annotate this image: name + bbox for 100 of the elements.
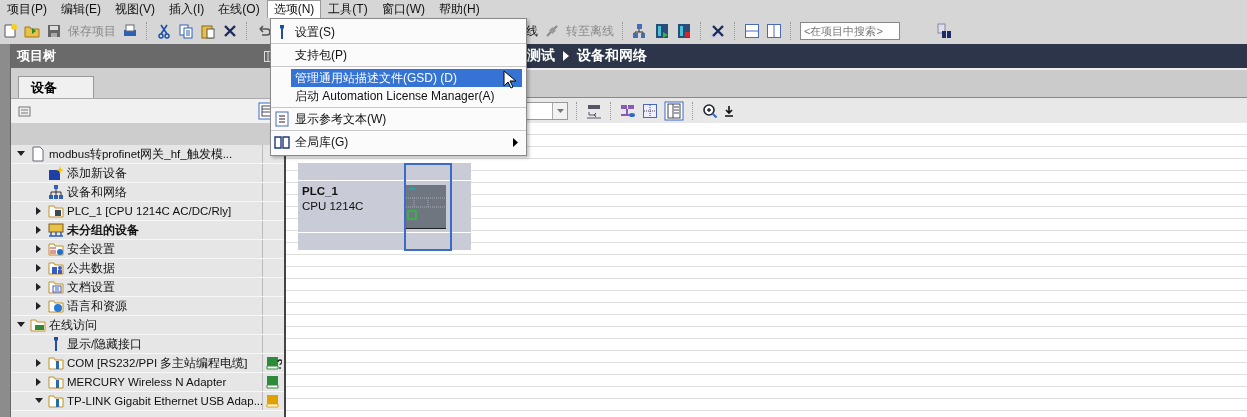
tree-item-label: 文档设置 — [67, 279, 115, 295]
tree-item-label: 未分组的设备 — [67, 222, 139, 238]
tree-item-label: 公共数据 — [67, 260, 115, 276]
collapse-arrow-icon[interactable] — [35, 397, 43, 405]
tree-item[interactable]: MERCURY Wireless N Adapter — [11, 373, 284, 392]
menu-item[interactable]: 编辑(E) — [54, 0, 108, 18]
cut-icon[interactable] — [156, 23, 172, 39]
tree-item-label: 安全设置 — [67, 241, 115, 257]
tree-item[interactable]: COM [RS232/PPI 多主站编程电缆] — [11, 354, 284, 373]
device-name: PLC_1 — [302, 185, 339, 197]
plc-folder-icon — [48, 203, 64, 219]
data-folder-icon — [48, 260, 64, 276]
panel-title: 项目树 — [17, 47, 56, 65]
tree-item[interactable]: 文档设置 — [11, 278, 284, 297]
mouse-cursor-icon — [503, 70, 519, 90]
expand-arrow-icon[interactable] — [35, 264, 43, 272]
menu-item[interactable]: 窗口(W) — [374, 0, 432, 18]
dropdown-arrow-icon[interactable] — [555, 107, 565, 114]
tree-item[interactable]: 语言和资源 — [11, 297, 284, 316]
tree-item[interactable]: 设备和网络 — [11, 183, 284, 202]
menu-item[interactable]: 设置(S) — [291, 23, 522, 41]
document-folder-icon — [48, 279, 64, 295]
page-view-icon[interactable] — [664, 100, 684, 121]
new-project-icon[interactable] — [2, 23, 18, 39]
expand-arrow-icon[interactable] — [35, 378, 43, 386]
add-device-icon — [48, 165, 64, 181]
tree-item-label: 在线访问 — [49, 317, 97, 333]
adapter-folder-icon — [48, 355, 64, 371]
zoom-in-icon[interactable] — [702, 102, 718, 119]
stop-simulation-icon[interactable] — [676, 23, 692, 39]
delete-icon[interactable] — [222, 23, 238, 39]
print-icon[interactable] — [122, 23, 138, 39]
tree-item-label: modbus转profinet网关_hf_触发模... — [49, 146, 233, 162]
network-query-icon[interactable] — [632, 23, 648, 39]
expand-arrow-icon[interactable] — [35, 207, 43, 215]
menu-item[interactable]: 选项(N) — [266, 0, 322, 18]
name-display-icon[interactable] — [586, 102, 602, 119]
tree-item[interactable]: 未分组的设备 — [11, 221, 284, 240]
menu-item[interactable]: 全局库(G) — [291, 133, 522, 151]
copy-icon[interactable] — [178, 23, 194, 39]
open-folder-icon[interactable] — [24, 23, 40, 39]
menu-item[interactable]: 支持包(P) — [291, 46, 522, 64]
submenu-arrow-icon — [513, 137, 518, 147]
menu-item[interactable]: 启动 Automation License Manager(A) — [291, 87, 522, 105]
tree-item-label: PLC_1 [CPU 1214C AC/DC/Rly] — [67, 205, 232, 217]
expand-arrow-icon[interactable] — [35, 359, 43, 367]
split-vertical-icon[interactable] — [766, 23, 782, 39]
menu-item[interactable]: 显示参考文本(W) — [291, 110, 522, 128]
security-folder-icon — [48, 241, 64, 257]
menu-item[interactable]: 在线(O) — [211, 0, 267, 18]
tree-item-label: 设备和网络 — [67, 184, 127, 200]
save-icon[interactable] — [46, 23, 62, 39]
tab[interactable]: 设备 — [18, 76, 94, 98]
download-arrow-icon[interactable] — [724, 104, 734, 117]
menu-item[interactable]: 帮助(H) — [432, 0, 487, 18]
expand-arrow-icon[interactable] — [35, 245, 43, 253]
menu-item[interactable]: 视图(V) — [108, 0, 162, 18]
device-type: CPU 1214C — [302, 200, 365, 212]
expand-arrow-icon[interactable] — [35, 302, 43, 310]
device-block[interactable]: PLC_1 CPU 1214C — [298, 163, 471, 251]
paste-icon[interactable] — [200, 23, 216, 39]
book-icon — [274, 135, 290, 149]
tree-item[interactable]: PLC_1 [CPU 1214C AC/DC/Rly] — [11, 202, 284, 221]
menu-item[interactable]: 工具(T) — [321, 0, 375, 18]
menu-item[interactable]: 管理通用站描述文件(GSD) (D) — [291, 69, 522, 87]
grid-icon[interactable] — [642, 102, 658, 119]
tree-item[interactable]: 公共数据 — [11, 259, 284, 278]
start-simulation-icon[interactable] — [654, 23, 670, 39]
go-online-button[interactable]: 线 — [526, 22, 538, 40]
network-icon — [48, 184, 64, 200]
reference-text-icon — [275, 111, 289, 127]
breadcrumb-item: 设备和网络 — [577, 47, 647, 65]
tree-item-label: 显示/隐藏接口 — [67, 336, 143, 352]
tree-item[interactable]: 在线访问 — [11, 316, 284, 335]
network-view-icon[interactable] — [620, 102, 636, 119]
tree-item-label: 语言和资源 — [67, 298, 127, 314]
menu-item[interactable]: 插入(I) — [162, 0, 212, 18]
adapter-folder-icon — [48, 393, 64, 409]
search-icon[interactable] — [936, 23, 952, 39]
tree-item[interactable]: modbus转profinet网关_hf_触发模... — [11, 145, 284, 164]
tree-item[interactable]: 显示/隐藏接口 — [11, 335, 284, 354]
tree-item[interactable]: 安全设置 — [11, 240, 284, 259]
breadcrumb-separator-icon — [563, 51, 569, 61]
undo-icon[interactable] — [256, 23, 272, 39]
tree-item[interactable]: 添加新设备 — [11, 164, 284, 183]
menu-item[interactable]: 项目(P) — [0, 0, 54, 18]
tree-item-label: TP-LINK Gigabit Ethernet USB Adap... — [67, 395, 264, 407]
expand-arrow-icon[interactable] — [35, 283, 43, 291]
online-folder-icon — [30, 317, 46, 333]
expand-arrow-icon[interactable] — [35, 226, 43, 234]
tree-item-label: 添加新设备 — [67, 165, 127, 181]
tree-item[interactable]: TP-LINK Gigabit Ethernet USB Adap... — [11, 392, 284, 411]
split-horizontal-icon[interactable] — [744, 23, 760, 39]
close-all-icon[interactable] — [710, 23, 726, 39]
globe-folder-icon — [48, 298, 64, 314]
search-field[interactable]: <在项目中搜索> — [800, 22, 900, 40]
tree-item-label: COM [RS232/PPI 多主站编程电缆] — [67, 355, 248, 371]
collapse-arrow-icon[interactable] — [17, 150, 25, 158]
collapse-arrow-icon[interactable] — [17, 321, 25, 329]
device-group-icon — [48, 222, 64, 238]
